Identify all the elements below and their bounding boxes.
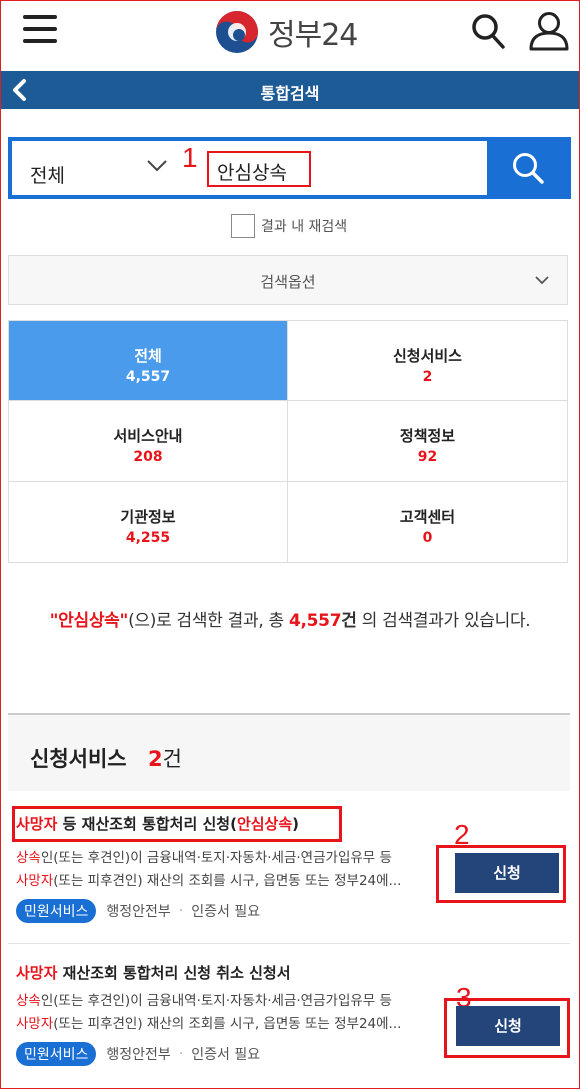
result-summary: "안심상속"(으)로 검색한 결과, 총 4,557건 의 검색결과가 있습니다… xyxy=(1,606,579,631)
section-count-number: 2 xyxy=(148,747,163,771)
category-badge: 민원서비스 xyxy=(16,1042,97,1066)
research-checkbox[interactable] xyxy=(231,214,255,238)
search-scope-select[interactable]: 전체 xyxy=(30,161,65,188)
section-title: 신청서비스 xyxy=(30,747,127,771)
summary-text-2: 의 검색결과가 있습니다. xyxy=(356,611,531,631)
category-policy-info[interactable]: 정책정보 92 xyxy=(288,401,567,482)
category-agency-info[interactable]: 기관정보 4,255 xyxy=(9,481,288,562)
search-box: 전체 1 안심상속 xyxy=(8,137,571,199)
user-icon[interactable] xyxy=(528,11,570,51)
top-bar: 정부24 xyxy=(1,1,579,71)
category-label: 전체 xyxy=(134,347,162,365)
logo-text: 정부24 xyxy=(268,18,358,53)
desc-highlight: 사망자 xyxy=(16,873,54,889)
desc-line-2: (또는 피후견인) 재산의 조회를 시구, 읍면동 또는 정부24에... xyxy=(53,1016,402,1032)
desc-highlight: 상속 xyxy=(16,850,41,866)
summary-query: "안심상속" xyxy=(49,611,129,631)
title-highlight: 사망자 xyxy=(16,964,58,982)
category-count: 4,557 xyxy=(125,369,171,385)
apply-button[interactable]: 신청 xyxy=(456,1006,560,1046)
section-header: 신청서비스 2건 xyxy=(8,713,570,791)
category-badge: 민원서비스 xyxy=(16,899,97,923)
title-text: 재산조회 통합처리 신청 취소 신청서 xyxy=(57,964,291,982)
title-highlight: 사망자 xyxy=(16,815,58,833)
category-service-guide[interactable]: 서비스안내 208 xyxy=(9,401,288,482)
apply-service-section: 신청서비스 2건 사망자 등 재산조회 통합처리 신청(안심상속) 상속인(또는… xyxy=(8,713,570,1085)
apply-button[interactable]: 신청 xyxy=(455,853,559,893)
desc-line-1: 인(또는 후견인)이 금융내역·토지·자동차·세금·연금가입유무 등 xyxy=(40,850,392,866)
category-label: 고객센터 xyxy=(399,507,456,526)
desc-highlight: 상속 xyxy=(16,993,41,1009)
result-title[interactable]: 사망자 재산조회 통합처리 신청 취소 신청서 xyxy=(16,962,291,983)
separator: · xyxy=(178,903,184,919)
annotation-marker-1: 1 xyxy=(182,142,198,173)
search-button[interactable] xyxy=(487,137,571,199)
result-meta: 민원서비스 행정안전부 · 인증서 필요 xyxy=(16,1042,260,1066)
result-title[interactable]: 사망자 등 재산조회 통합처리 신청(안심상속) xyxy=(16,813,299,834)
category-count: 0 xyxy=(422,529,433,546)
category-label: 신청서비스 xyxy=(392,347,462,365)
desc-highlight: 사망자 xyxy=(16,1016,54,1032)
summary-count: 4,557 xyxy=(288,611,342,631)
separator: · xyxy=(178,1046,184,1062)
title-highlight-2: 안심상속 xyxy=(236,815,293,833)
category-label: 서비스안내 xyxy=(113,427,183,446)
search-icon[interactable] xyxy=(471,13,505,49)
section-count: 2건 xyxy=(148,743,182,773)
result-item: 사망자 재산조회 통합처리 신청 취소 신청서 상속인(또는 후견인)이 금융내… xyxy=(8,943,570,1073)
category-label: 기관정보 xyxy=(120,507,176,526)
category-apply-service[interactable]: 신청서비스 2 xyxy=(288,321,567,402)
category-count: 208 xyxy=(133,449,163,466)
cert-required: 인증서 필요 xyxy=(191,904,261,920)
logo-taegeuk-icon xyxy=(216,11,258,53)
desc-line-2: (또는 피후견인) 재산의 조회를 시구, 읍면동 또는 정부24에... xyxy=(53,873,402,889)
result-item: 사망자 등 재산조회 통합처리 신청(안심상속) 상속인(또는 후견인)이 금융… xyxy=(8,803,570,933)
search-input[interactable]: 안심상속 xyxy=(207,151,311,187)
result-meta: 민원서비스 행정안전부 · 인증서 필요 xyxy=(16,899,260,923)
agency: 행정안전부 xyxy=(106,904,171,920)
summary-text-1: (으)로 검색한 결과, 총 xyxy=(128,611,289,631)
category-label: 정책정보 xyxy=(399,427,456,446)
category-grid: 전체 4,557 신청서비스 2 서비스안내 208 정책정보 92 기관정보 … xyxy=(8,320,568,563)
desc-line-1: 인(또는 후견인)이 금융내역·토지·자동차·세금·연금가입유무 등 xyxy=(40,993,392,1009)
category-count: 92 xyxy=(417,449,438,466)
result-description: 상속인(또는 후견인)이 금융내역·토지·자동차·세금·연금가입유무 등 사망자… xyxy=(16,990,446,1036)
summary-unit: 건 xyxy=(341,611,357,631)
title-bar: 통합검색 xyxy=(1,71,579,109)
chevron-down-icon[interactable] xyxy=(146,159,168,173)
logo[interactable]: 정부24 xyxy=(214,7,358,57)
category-count: 4,255 xyxy=(125,529,171,546)
page-title: 통합검색 xyxy=(260,84,320,103)
result-description: 상속인(또는 후견인)이 금융내역·토지·자동차·세금·연금가입유무 등 사망자… xyxy=(16,847,446,893)
category-customer-center[interactable]: 고객센터 0 xyxy=(288,482,567,562)
section-count-unit: 건 xyxy=(162,747,182,771)
menu-icon[interactable] xyxy=(23,15,57,47)
search-options-label: 검색옵션 xyxy=(260,273,316,291)
research-option[interactable]: 결과 내 재검색 xyxy=(231,214,347,238)
search-icon xyxy=(513,153,544,184)
title-end: ) xyxy=(292,815,300,833)
search-options-toggle[interactable]: 검색옵션 xyxy=(8,255,568,305)
cert-required: 인증서 필요 xyxy=(191,1047,261,1063)
chevron-down-icon xyxy=(535,276,549,285)
agency: 행정안전부 xyxy=(106,1047,171,1063)
research-label: 결과 내 재검색 xyxy=(261,219,348,235)
category-all[interactable]: 전체 4,557 xyxy=(9,321,288,402)
category-count: 2 xyxy=(422,369,433,385)
title-text: 등 재산조회 통합처리 신청( xyxy=(57,815,237,833)
